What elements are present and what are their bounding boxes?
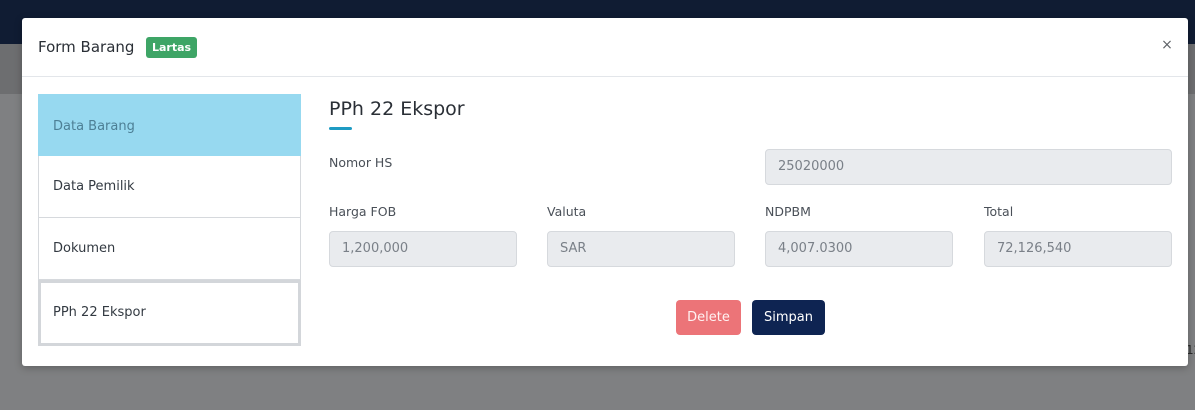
valuta-field[interactable]: SAR [547,231,735,267]
sidebar-item-pph-22-ekspor[interactable]: PPh 22 Ekspor [38,280,301,346]
sidebar-item-label: Data Barang [53,119,135,134]
harga-fob-label: Harga FOB [329,204,397,219]
form-barang-modal: Form Barang Lartas × Data Barang Data Pe… [22,18,1188,366]
section-title-underline [329,127,352,130]
modal-title: Form Barang [38,38,135,56]
sidebar-item-data-pemilik[interactable]: Data Pemilik [38,156,301,218]
close-icon[interactable]: × [1157,35,1177,55]
harga-fob-field[interactable]: 1,200,000 [329,231,517,267]
modal-header: Form Barang Lartas × [22,18,1188,77]
sidebar-item-dokumen[interactable]: Dokumen [38,218,301,280]
sidebar-item-data-barang[interactable]: Data Barang [38,94,301,156]
lartas-badge: Lartas [146,37,198,58]
sidebar-item-label: Data Pemilik [53,179,135,194]
total-field[interactable]: 72,126,540 [984,231,1172,267]
sidebar-item-label: PPh 22 Ekspor [53,305,146,320]
sidebar-item-label: Dokumen [53,241,116,256]
valuta-label: Valuta [547,204,587,219]
nomor-hs-label: Nomor HS [329,155,393,170]
save-button[interactable]: Simpan [752,300,825,335]
sidebar-nav: Data Barang Data Pemilik Dokumen PPh 22 … [38,94,301,346]
total-label: Total [984,204,1014,219]
ndpbm-label: NDPBM [765,204,811,219]
nomor-hs-field[interactable]: 25020000 [765,149,1172,185]
delete-button[interactable]: Delete [676,300,741,335]
section-title: PPh 22 Ekspor [329,98,465,120]
ndpbm-field[interactable]: 4,007.0300 [765,231,953,267]
